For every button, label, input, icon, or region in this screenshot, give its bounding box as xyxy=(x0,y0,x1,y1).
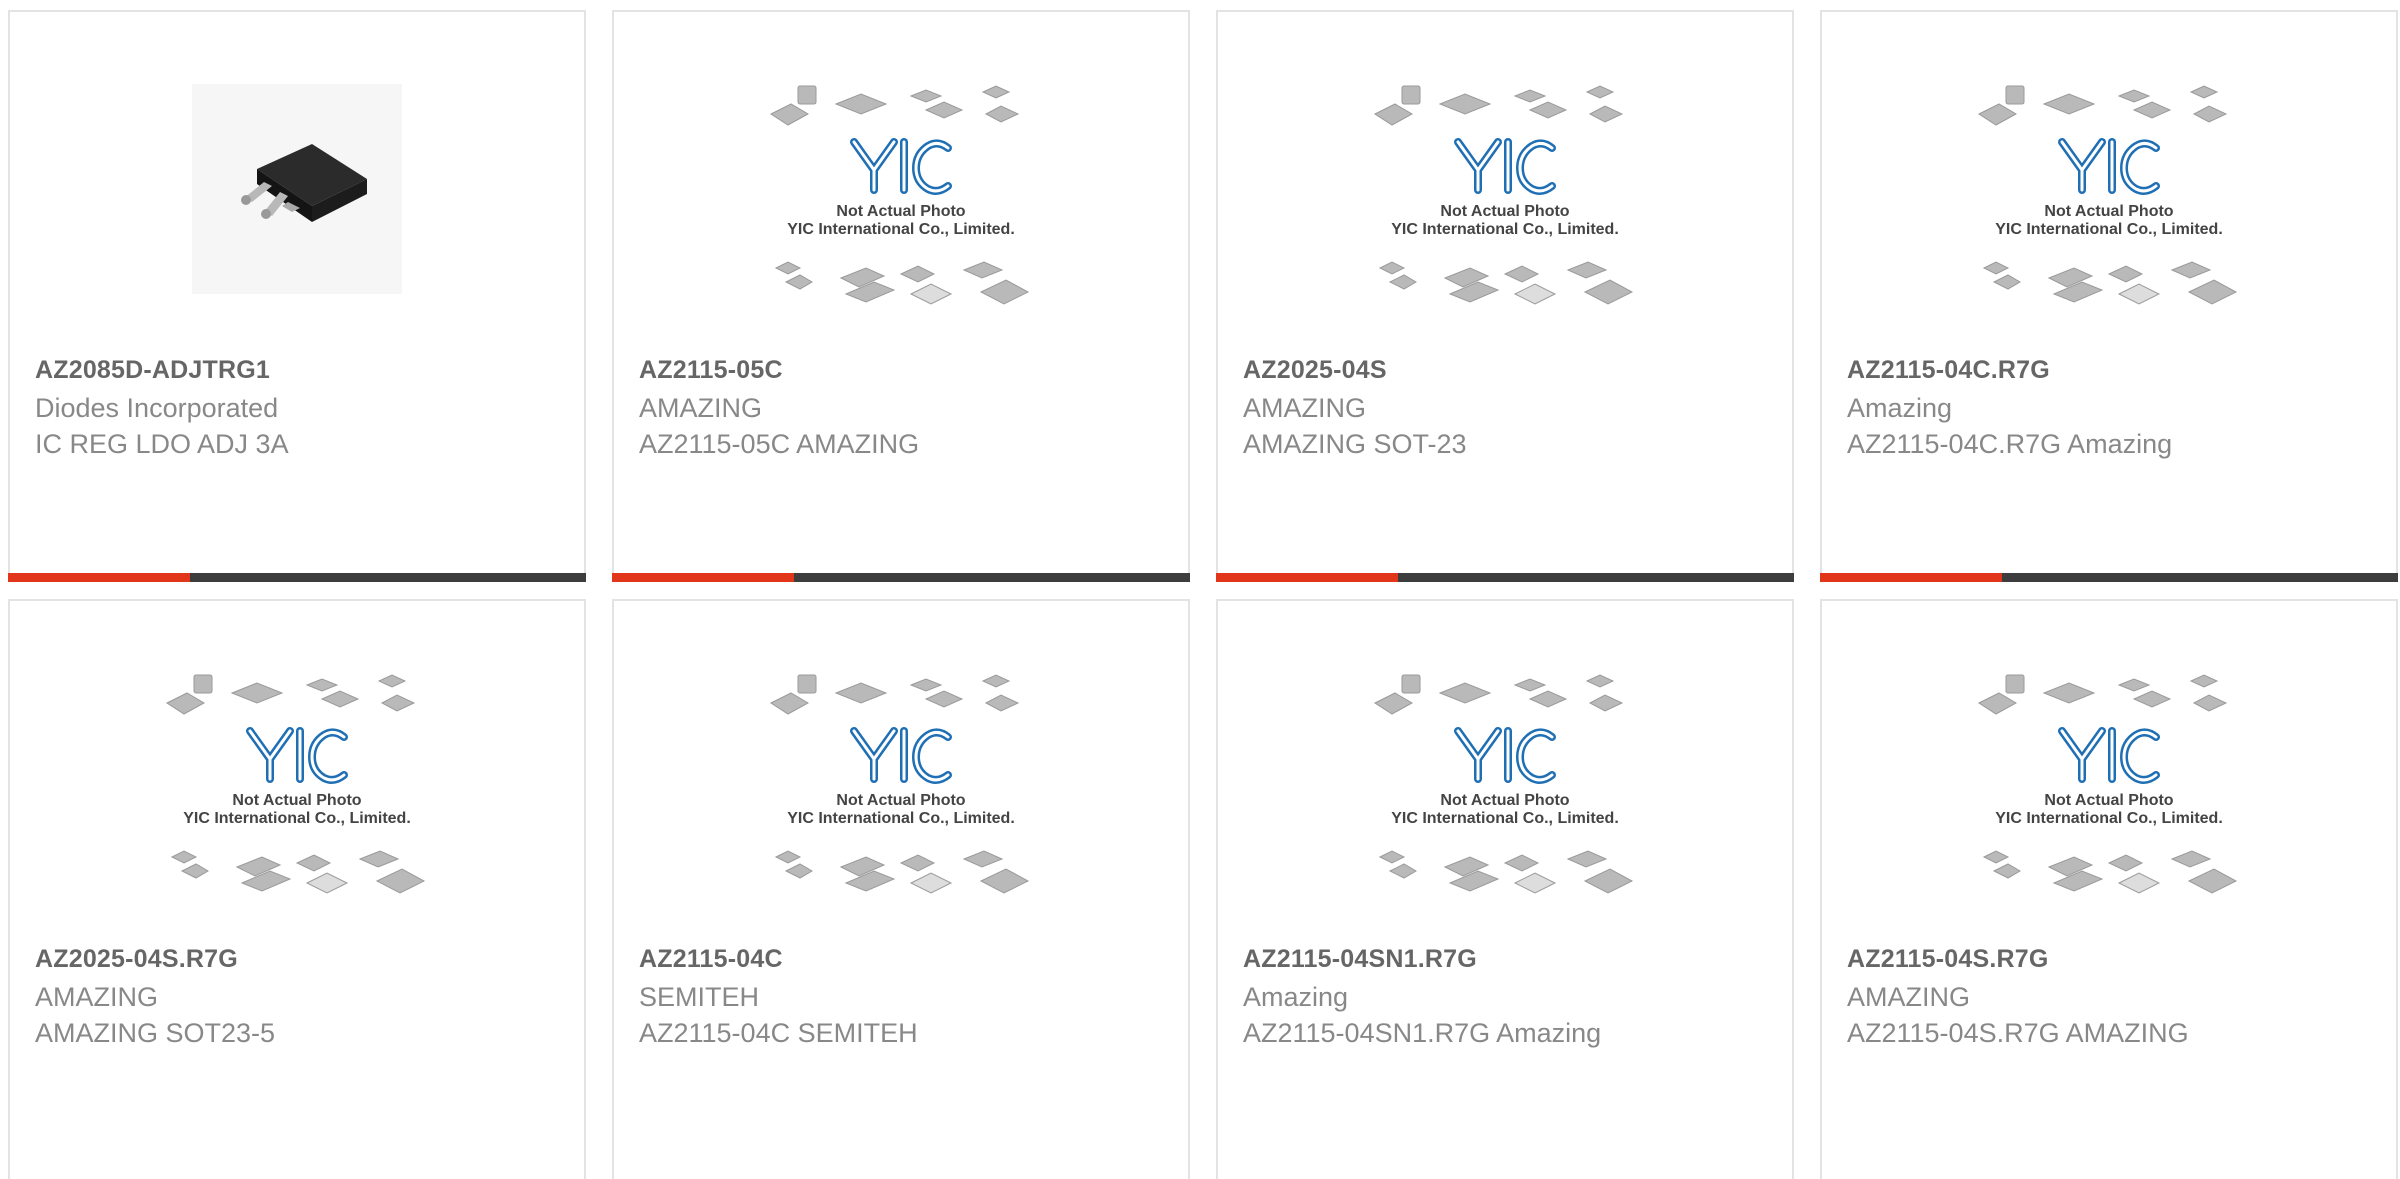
part-number-link[interactable]: AZ2115-04C.R7G xyxy=(1847,356,2050,385)
product-image[interactable]: Not Actual Photo YIC International Co., … xyxy=(614,671,1188,941)
card-bottom-bar xyxy=(1216,573,1794,582)
part-number-link[interactable]: AZ2025-04S xyxy=(1243,356,1387,385)
description-label: AMAZING SOT-23 xyxy=(1243,429,1467,459)
placeholder-image: Not Actual Photo YIC International Co., … xyxy=(769,85,1030,305)
manufacturer-label: Amazing xyxy=(1243,982,1349,1012)
placeholder-line1: Not Actual Photo xyxy=(1440,203,1569,220)
part-number-link[interactable]: AZ2115-05C xyxy=(639,356,783,385)
product-image[interactable]: Not Actual Photo YIC International Co., … xyxy=(1218,82,1792,352)
description-label: AMAZING SOT23-5 xyxy=(35,1018,276,1048)
placeholder-image: Not Actual Photo YIC International Co., … xyxy=(1373,674,1634,894)
placeholder-line2: YIC International Co., Limited. xyxy=(787,221,1015,238)
product-card[interactable]: Not Actual Photo YIC International Co., … xyxy=(1820,599,2398,1179)
description-label: IC REG LDO ADJ 3A xyxy=(35,429,289,459)
manufacturer-label: AMAZING xyxy=(1847,982,1971,1012)
placeholder-line1: Not Actual Photo xyxy=(1440,792,1569,809)
manufacturer-label: AMAZING xyxy=(1243,393,1367,423)
description-label: AZ2115-04C.R7G Amazing xyxy=(1847,429,2173,459)
manufacturer-label: AMAZING xyxy=(35,982,159,1012)
product-image[interactable]: Not Actual Photo YIC International Co., … xyxy=(1822,82,2396,352)
product-card[interactable]: Not Actual Photo YIC International Co., … xyxy=(1216,599,1794,1179)
manufacturer-label: SEMITEH xyxy=(639,982,760,1012)
product-card[interactable]: Not Actual Photo YIC International Co., … xyxy=(1216,10,1794,582)
description-label: AZ2115-04SN1.R7G Amazing xyxy=(1243,1018,1602,1048)
placeholder-line2: YIC International Co., Limited. xyxy=(787,810,1015,827)
part-number-link[interactable]: AZ2115-04SN1.R7G xyxy=(1243,945,1477,974)
description-label: AZ2115-04C SEMITEH xyxy=(639,1018,918,1048)
placeholder-line2: YIC International Co., Limited. xyxy=(1995,221,2223,238)
product-image[interactable]: Not Actual Photo YIC International Co., … xyxy=(1822,671,2396,941)
placeholder-line2: YIC International Co., Limited. xyxy=(1995,810,2223,827)
card-bottom-bar xyxy=(8,573,586,582)
placeholder-image: Not Actual Photo YIC International Co., … xyxy=(769,674,1030,894)
product-image[interactable]: Not Actual Photo YIC International Co., … xyxy=(614,82,1188,352)
placeholder-line1: Not Actual Photo xyxy=(836,203,965,220)
placeholder-image: Not Actual Photo YIC International Co., … xyxy=(165,674,426,894)
placeholder-image: Not Actual Photo YIC International Co., … xyxy=(1977,85,2238,305)
part-number-link[interactable]: AZ2115-04C xyxy=(639,945,783,974)
description-label: AZ2115-04S.R7G AMAZING xyxy=(1847,1018,2189,1048)
manufacturer-label: Diodes Incorporated xyxy=(35,393,279,423)
part-number-link[interactable]: AZ2115-04S.R7G xyxy=(1847,945,2049,974)
card-accent-bar xyxy=(1216,573,1398,582)
description-label: AZ2115-05C AMAZING xyxy=(639,429,920,459)
placeholder-line1: Not Actual Photo xyxy=(2044,203,2173,220)
product-image[interactable]: Not Actual Photo YIC International Co., … xyxy=(10,671,584,941)
placeholder-image: Not Actual Photo YIC International Co., … xyxy=(1373,85,1634,305)
placeholder-line1: Not Actual Photo xyxy=(2044,792,2173,809)
part-number-link[interactable]: AZ2025-04S.R7G xyxy=(35,945,238,974)
product-card[interactable]: Not Actual Photo YIC International Co., … xyxy=(8,599,586,1179)
card-bottom-bar xyxy=(612,573,1190,582)
product-card[interactable]: Not Actual Photo YIC International Co., … xyxy=(612,10,1190,582)
card-accent-bar xyxy=(1820,573,2002,582)
placeholder-image: Not Actual Photo YIC International Co., … xyxy=(1977,674,2238,894)
product-card[interactable]: Not Actual Photo YIC International Co., … xyxy=(1820,10,2398,582)
placeholder-line1: Not Actual Photo xyxy=(232,792,361,809)
card-accent-bar xyxy=(8,573,190,582)
part-number-link[interactable]: AZ2085D-ADJTRG1 xyxy=(35,356,270,385)
placeholder-line2: YIC International Co., Limited. xyxy=(1391,810,1619,827)
card-accent-bar xyxy=(612,573,794,582)
product-image[interactable]: Not Actual Photo YIC International Co., … xyxy=(1218,671,1792,941)
placeholder-line2: YIC International Co., Limited. xyxy=(1391,221,1619,238)
product-photo xyxy=(192,84,402,294)
product-card[interactable]: Not Actual Photo YIC International Co., … xyxy=(612,599,1190,1179)
manufacturer-label: Amazing xyxy=(1847,393,1953,423)
card-bottom-bar xyxy=(1820,573,2398,582)
manufacturer-label: AMAZING xyxy=(639,393,763,423)
product-card[interactable]: AZ2085D-ADJTRG1 Diodes Incorporated IC REG… xyxy=(8,10,586,582)
placeholder-line2: YIC International Co., Limited. xyxy=(183,810,411,827)
product-image[interactable] xyxy=(10,84,584,354)
placeholder-line1: Not Actual Photo xyxy=(836,792,965,809)
product-grid: AZ2085D-ADJTRG1 Diodes Incorporated IC REG… xyxy=(0,0,2400,1179)
